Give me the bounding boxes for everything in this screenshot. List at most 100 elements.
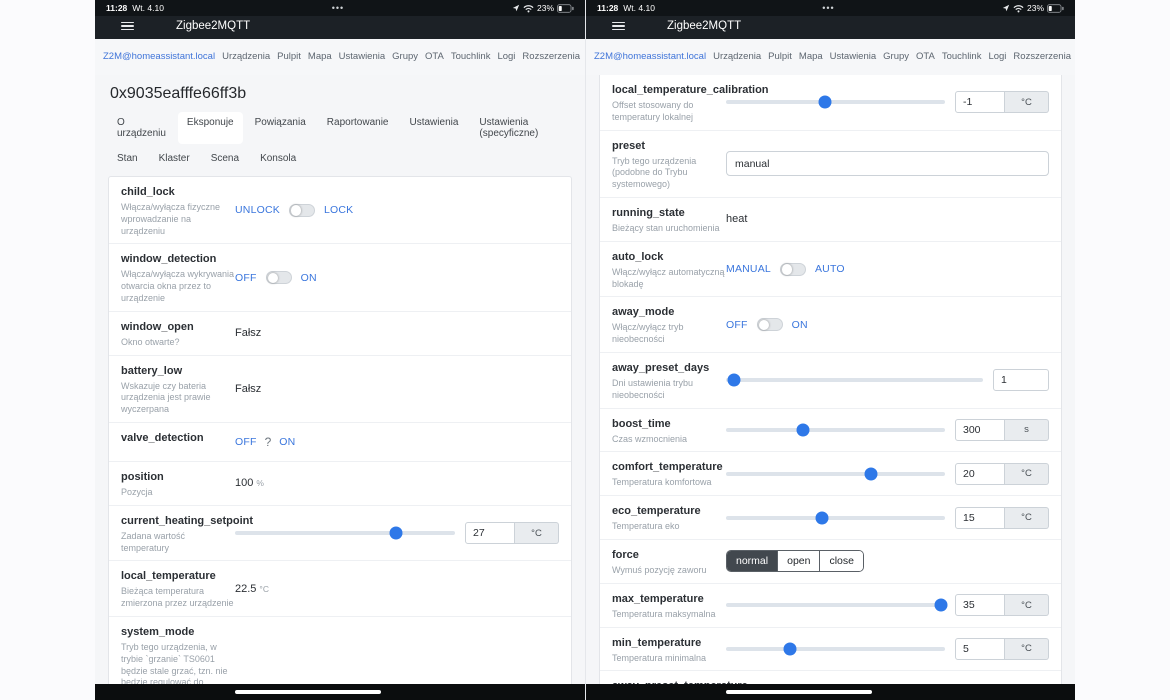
subtab-konsola[interactable]: Konsola — [251, 148, 305, 169]
value-input[interactable] — [955, 418, 1005, 441]
nav-item-touchlink[interactable]: Touchlink — [451, 51, 491, 62]
property-label: away_preset_temperatureTemperatura ustaw… — [612, 677, 748, 684]
nav-item-pulpit[interactable]: Pulpit — [277, 51, 301, 62]
nav-item-pulpit[interactable]: Pulpit — [768, 51, 792, 62]
toggle-on-label[interactable]: AUTO — [815, 263, 845, 275]
main-nav: Z2M@homeassistant.local Urządzenia Pulpit… — [95, 39, 585, 75]
value-input[interactable] — [955, 91, 1005, 114]
battery-icon — [557, 3, 574, 13]
property-name: auto_lock — [612, 250, 664, 263]
subtab-klaster[interactable]: Klaster — [150, 148, 199, 169]
property-label: away_mode Włącz/wyłącz tryb nieobecności — [612, 303, 726, 346]
value-input[interactable] — [465, 522, 515, 545]
property-description: Okno otwarte? — [121, 336, 180, 347]
nav-item-ustawienia[interactable]: Ustawienia — [339, 51, 385, 62]
option-button-close[interactable]: close — [819, 551, 863, 572]
tab-raportowanie[interactable]: Raportowanie — [318, 112, 398, 144]
slider-thumb[interactable] — [783, 642, 796, 656]
slider-track[interactable] — [726, 511, 945, 525]
toggle-on-label[interactable]: LOCK — [324, 204, 353, 216]
slider-track[interactable] — [726, 373, 983, 387]
slider-track[interactable] — [726, 598, 948, 612]
value-input[interactable] — [955, 637, 1005, 660]
text-input[interactable] — [726, 151, 1049, 177]
toggle-off-label[interactable]: OFF — [235, 436, 257, 448]
value-input-group — [993, 369, 1049, 392]
value-input[interactable] — [955, 462, 1005, 485]
property-name: force — [612, 548, 639, 561]
toggle-on-label[interactable]: ON — [301, 272, 317, 284]
nav-item-ota[interactable]: OTA — [916, 51, 935, 62]
slider-thumb[interactable] — [818, 95, 832, 109]
nav-item-mapa[interactable]: Mapa — [308, 51, 332, 62]
property-label: valve_detection — [121, 429, 235, 455]
nav-host-link[interactable]: Z2M@homeassistant.local — [594, 51, 706, 62]
slider-track[interactable] — [235, 526, 455, 540]
toggle-switch[interactable] — [779, 262, 806, 276]
row-eco_temperature: eco_temperature Temperatura eko °C — [600, 496, 1061, 540]
status-time-date: 11:28 Wt. 4.10 — [597, 3, 655, 13]
slider-track[interactable] — [726, 642, 945, 656]
value-input[interactable] — [993, 369, 1049, 392]
toggle-on-label[interactable]: ON — [279, 436, 295, 448]
nav-item-grupy[interactable]: Grupy — [392, 51, 418, 62]
slider-track[interactable] — [726, 95, 945, 109]
home-indicator[interactable] — [725, 689, 872, 695]
value-input[interactable] — [955, 594, 1005, 617]
status-bar: 11:28 Wt. 4.10 ••• 23% — [586, 0, 1075, 16]
tab-o-urządzeniu[interactable]: O urządzeniu — [108, 112, 175, 144]
option-button-open[interactable]: open — [777, 551, 820, 572]
value-input-group: °C — [465, 522, 559, 545]
subtab-scena[interactable]: Scena — [202, 148, 248, 169]
slider-track[interactable] — [726, 467, 945, 481]
slider-thumb[interactable] — [727, 373, 741, 387]
slider-thumb[interactable] — [934, 598, 948, 612]
toggle-off-label[interactable]: OFF — [235, 272, 257, 284]
slider-thumb[interactable] — [389, 526, 403, 540]
nav-item-rozszerzenia[interactable]: Rozszerzenia — [522, 51, 580, 62]
nav-item-urządzenia[interactable]: Urządzenia — [222, 51, 270, 62]
toggle-switch[interactable] — [756, 318, 783, 332]
value-input[interactable] — [955, 506, 1005, 529]
row-battery_low: battery_low Wskazuje czy bateria urządzen… — [109, 356, 571, 423]
toggle-off-label[interactable]: MANUAL — [726, 263, 771, 275]
slider-thumb[interactable] — [796, 423, 810, 437]
slider-thumb[interactable] — [815, 511, 829, 525]
nav-item-mapa[interactable]: Mapa — [799, 51, 823, 62]
slider-thumb[interactable] — [864, 467, 878, 481]
property-description: Włącz/wyłącz automatyczną blokadę — [612, 266, 725, 289]
toggle-switch[interactable] — [288, 203, 315, 217]
battery-percent: 23% — [536, 3, 554, 13]
nav-item-ota[interactable]: OTA — [425, 51, 444, 62]
status-bar: 11:28 Wt. 4.10 ••• 23% — [95, 0, 585, 16]
toggle-off-label[interactable]: OFF — [726, 319, 748, 331]
property-name: away_mode — [612, 306, 675, 319]
exposes-card: child_lock Włącza/wyłącza fizyczne wprowa… — [108, 176, 572, 684]
toggle-switch[interactable] — [265, 271, 292, 285]
subtab-stan[interactable]: Stan — [108, 148, 147, 169]
nav-item-grupy[interactable]: Grupy — [883, 51, 909, 62]
location-icon — [1002, 4, 1010, 12]
toggle-on-label[interactable]: ON — [792, 319, 808, 331]
menu-icon[interactable] — [121, 21, 134, 31]
slider-track[interactable] — [726, 423, 945, 437]
nav-item-logi[interactable]: Logi — [988, 51, 1006, 62]
property-label: away_preset_days Dni ustawienia trybu nie… — [612, 359, 726, 402]
toggle-off-label[interactable]: UNLOCK — [235, 204, 280, 216]
tab-ustawienia-specyficzne-[interactable]: Ustawienia (specyficzne) — [470, 112, 572, 144]
property-control: 100% — [235, 468, 559, 499]
property-control: °C — [726, 677, 1049, 684]
tab-ustawienia[interactable]: Ustawienia — [401, 112, 468, 144]
tab-powiązania[interactable]: Powiązania — [246, 112, 315, 144]
option-button-normal[interactable]: normal — [727, 551, 778, 572]
nav-item-touchlink[interactable]: Touchlink — [942, 51, 982, 62]
nav-item-urządzenia[interactable]: Urządzenia — [713, 51, 761, 62]
home-indicator[interactable] — [235, 689, 381, 695]
menu-icon[interactable] — [612, 21, 625, 31]
nav-item-ustawienia[interactable]: Ustawienia — [830, 51, 876, 62]
nav-item-logi[interactable]: Logi — [497, 51, 515, 62]
battery-percent: 23% — [1026, 3, 1044, 13]
tab-eksponuje[interactable]: Eksponuje — [177, 112, 243, 144]
nav-item-rozszerzenia[interactable]: Rozszerzenia — [1013, 51, 1071, 62]
nav-host-link[interactable]: Z2M@homeassistant.local — [103, 51, 215, 62]
